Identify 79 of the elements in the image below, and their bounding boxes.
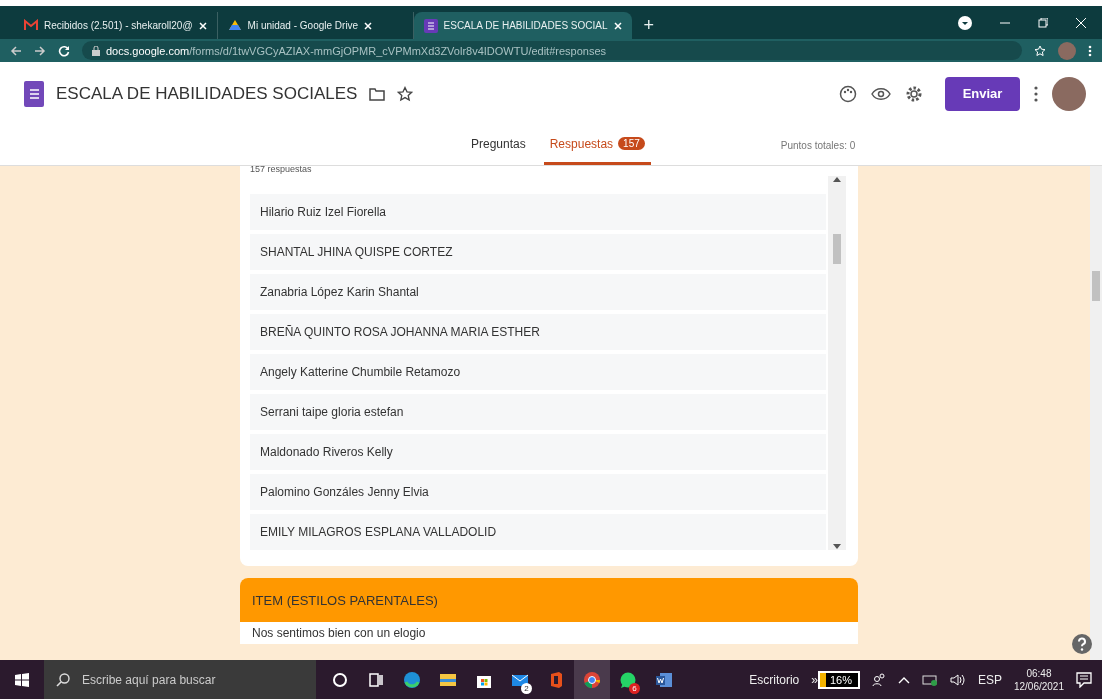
battery-percent: 16% xyxy=(828,673,852,686)
close-icon[interactable] xyxy=(198,21,207,30)
taskbar-app-button[interactable]: 6 xyxy=(610,660,646,699)
close-icon[interactable] xyxy=(1076,17,1086,28)
forms-icon xyxy=(24,80,44,107)
desktop-label[interactable]: Escritorio xyxy=(749,672,800,687)
search-icon xyxy=(56,672,70,687)
tab-title: ESCALA DE HABILIDADES SOCIAL xyxy=(443,20,608,31)
search-field[interactable]: Escribe aquí para buscar xyxy=(80,671,284,688)
close-icon[interactable] xyxy=(613,21,622,30)
response-item[interactable]: Zanabria López Karin Shantal xyxy=(250,274,826,310)
task-view-icon xyxy=(367,670,385,689)
folder-icon[interactable] xyxy=(369,86,386,101)
form-tab[interactable]: Preguntas xyxy=(465,125,532,165)
people-icon[interactable] xyxy=(871,672,886,687)
close-icon[interactable] xyxy=(364,21,373,30)
caret-up-icon[interactable] xyxy=(897,675,910,684)
avatar-icon[interactable] xyxy=(1052,76,1086,111)
total-points: Puntos totales: 0 xyxy=(780,139,856,151)
notification-badge: 2 xyxy=(521,683,532,694)
scrollbar-thumb[interactable] xyxy=(833,234,841,264)
globe-icon xyxy=(403,670,421,689)
lock-icon xyxy=(92,45,100,56)
page-scrollbar[interactable] xyxy=(1090,166,1102,660)
settings-icon[interactable] xyxy=(905,84,923,103)
document-icon xyxy=(655,670,673,689)
browser-icon xyxy=(583,670,601,689)
form-title: ESCALA DE HABILIDADES SOCIALES xyxy=(56,83,358,104)
browser-tab[interactable]: ESCALA DE HABILIDADES SOCIAL xyxy=(413,12,632,39)
scroll-up-icon[interactable] xyxy=(833,176,841,182)
mail-icon xyxy=(24,18,38,33)
question-text: Nos sentimos bien con un elogio xyxy=(251,625,427,642)
response-item[interactable]: BREÑA QUINTO ROSA JOHANNA MARIA ESTHER xyxy=(250,314,826,350)
list-icon xyxy=(423,18,438,33)
url-text: docs.google.com/forms/d/1twVGCyAZIAX-mmGjOPMR_cVPMmXd3ZVolr8v4IDOWTU/edit#responses xyxy=(106,44,607,57)
reload-icon[interactable] xyxy=(58,44,70,57)
speaker-icon[interactable] xyxy=(949,672,966,687)
help-icon[interactable] xyxy=(1072,634,1092,654)
new-tab-button[interactable]: + xyxy=(631,12,667,39)
section-title: ITEM (ESTILOS PARENTALES) xyxy=(240,578,858,622)
maximize-icon[interactable] xyxy=(1038,17,1048,28)
forward-icon[interactable] xyxy=(34,44,46,57)
chevron-text[interactable]: » xyxy=(811,672,818,687)
network-icon[interactable] xyxy=(921,673,938,686)
taskbar-search-field[interactable]: Escribe aquí para buscar xyxy=(44,660,316,699)
taskbar-app-button[interactable]: 2 xyxy=(502,660,538,699)
response-item[interactable]: Hilario Ruiz Izel Fiorella xyxy=(250,194,826,230)
response-count: 157 respuestas xyxy=(250,166,313,176)
scroll-down-icon[interactable] xyxy=(833,544,841,550)
notification-badge: 6 xyxy=(629,683,640,694)
response-item[interactable]: Palomino Gonzáles Jenny Elvia xyxy=(250,474,826,510)
clock-date[interactable]: 12/06/2021 xyxy=(1013,679,1064,693)
send-button[interactable]: Enviar xyxy=(945,76,1020,111)
clock-time[interactable]: 06:48 xyxy=(1026,666,1052,680)
profile-icon[interactable] xyxy=(958,15,972,30)
notification-icon[interactable] xyxy=(1076,671,1092,688)
address-field[interactable]: docs.google.com/forms/d/1twVGCyAZIAX-mmGjOPMR_cVPMmXd3ZVolr8v4IDOWTU/edit#responses xyxy=(82,41,1022,60)
star-icon[interactable] xyxy=(397,85,414,102)
response-item[interactable]: Maldonado Riveros Kelly xyxy=(250,434,826,470)
count-badge: 157 xyxy=(618,137,645,150)
scrollbar-thumb[interactable] xyxy=(1092,271,1100,301)
eye-icon[interactable] xyxy=(871,86,891,101)
triangle-icon xyxy=(227,18,242,33)
response-item[interactable]: Angely Katterine Chumbile Retamozo xyxy=(250,354,826,390)
tab-title: Recibidos (2.501) - shekaroll20@ xyxy=(44,20,193,31)
tab-title: Mi unidad - Google Drive xyxy=(247,20,359,31)
back-icon[interactable] xyxy=(10,44,22,57)
circle-icon xyxy=(331,670,349,689)
scrollbar-track[interactable] xyxy=(828,176,846,550)
windows-icon[interactable] xyxy=(15,672,29,687)
response-item[interactable]: EMILY MILAGROS ESPLANA VALLADOLID xyxy=(250,514,826,550)
more-icon[interactable] xyxy=(1034,85,1038,102)
more-icon[interactable] xyxy=(1088,44,1092,57)
language-indicator[interactable]: ESP xyxy=(977,672,1002,687)
chat-icon xyxy=(619,670,637,689)
response-item[interactable]: Serrani taipe gloria estefan xyxy=(250,394,826,430)
palette-icon[interactable] xyxy=(839,84,857,103)
response-item[interactable]: SHANTAL JHINA QUISPE CORTEZ xyxy=(250,234,826,270)
battery-indicator[interactable]: 16% xyxy=(817,670,860,689)
